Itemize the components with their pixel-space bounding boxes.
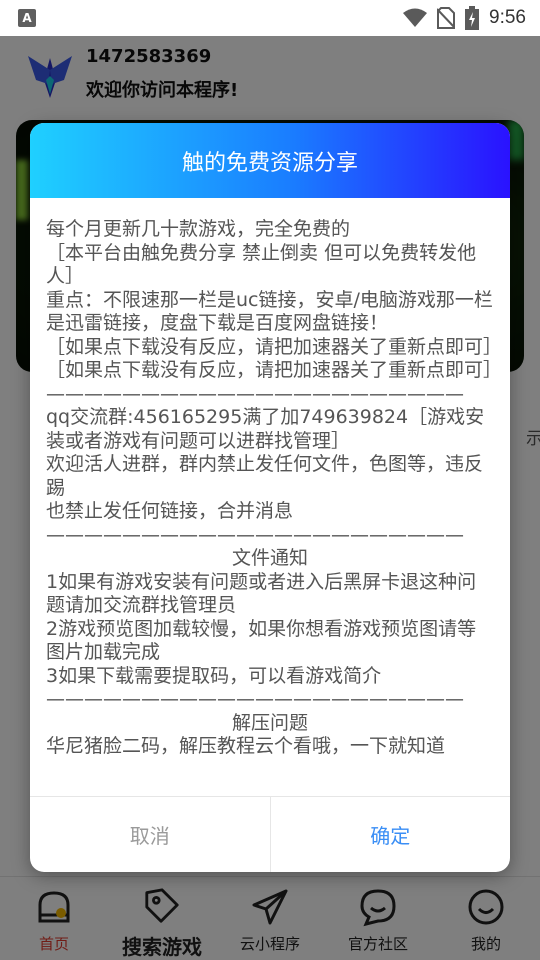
dialog-line: 3如果下载需要提取码，可以看游戏简介 [46, 664, 382, 687]
battery-charging-icon [465, 6, 480, 30]
dialog-line: 1如果有游戏安装有问题或者进入后黑屏卡退这种问题请加交流群找管理员 [46, 570, 477, 617]
dialog-header: 触的免费资源分享 [30, 123, 510, 198]
divider-line: —————————————————————— [46, 523, 464, 546]
no-sim-icon [437, 7, 456, 29]
wifi-icon [403, 8, 428, 27]
status-bar: A 9:56 [0, 0, 540, 36]
divider-line: —————————————————————— [46, 382, 464, 405]
dialog-line: 每个月更新几十款游戏，完全免费的 [46, 218, 351, 240]
dialog-line: 欢迎活人进群，群内禁止发任何文件，色图等，违反踢 [46, 453, 484, 499]
dialog-line: ［本平台由触免费分享 禁止倒卖 但可以免费转发他人］ [46, 241, 477, 288]
dialog-line: 华尼猪脸二码，解压教程云个看哦，一下就知道 [46, 735, 446, 757]
clock: 9:56 [489, 7, 526, 28]
confirm-button[interactable]: 确定 [271, 797, 511, 872]
section-heading: 解压问题 [231, 711, 308, 734]
dialog-body[interactable]: 每个月更新几十款游戏，完全免费的 ［本平台由触免费分享 禁止倒卖 但可以免费转发… [30, 198, 510, 796]
dialog-line: ［如果点下载没有反应，请把加速器关了重新点即可］ [46, 335, 503, 358]
dialog-line: ［如果点下载没有反应，请把加速器关了重新点即可］ [46, 359, 503, 381]
dialog-line: qq交流群:456165295满了加749639824［游戏安装或者游戏有问题可… [46, 406, 485, 452]
announcement-dialog: 触的免费资源分享 每个月更新几十款游戏，完全免费的 ［本平台由触免费分享 禁止倒… [30, 123, 510, 872]
divider-line: —————————————————————— [46, 688, 464, 710]
dialog-line: 也禁止发任何链接，合并消息 [46, 500, 294, 522]
dialog-footer: 取消 确定 [30, 796, 510, 872]
cancel-button[interactable]: 取消 [30, 797, 271, 872]
accessibility-icon: A [18, 9, 36, 27]
section-heading: 文件通知 [231, 547, 308, 569]
dialog-title: 触的免费资源分享 [181, 150, 358, 176]
dialog-line: 2游戏预览图加载较慢，如果你想看游戏预览图请等图片加载完成 [46, 617, 477, 664]
dialog-line: 重点：不限速那一栏是uc链接，安卓/电脑游戏那一栏是迅雷链接，度盘下载是百度网盘… [46, 288, 493, 335]
